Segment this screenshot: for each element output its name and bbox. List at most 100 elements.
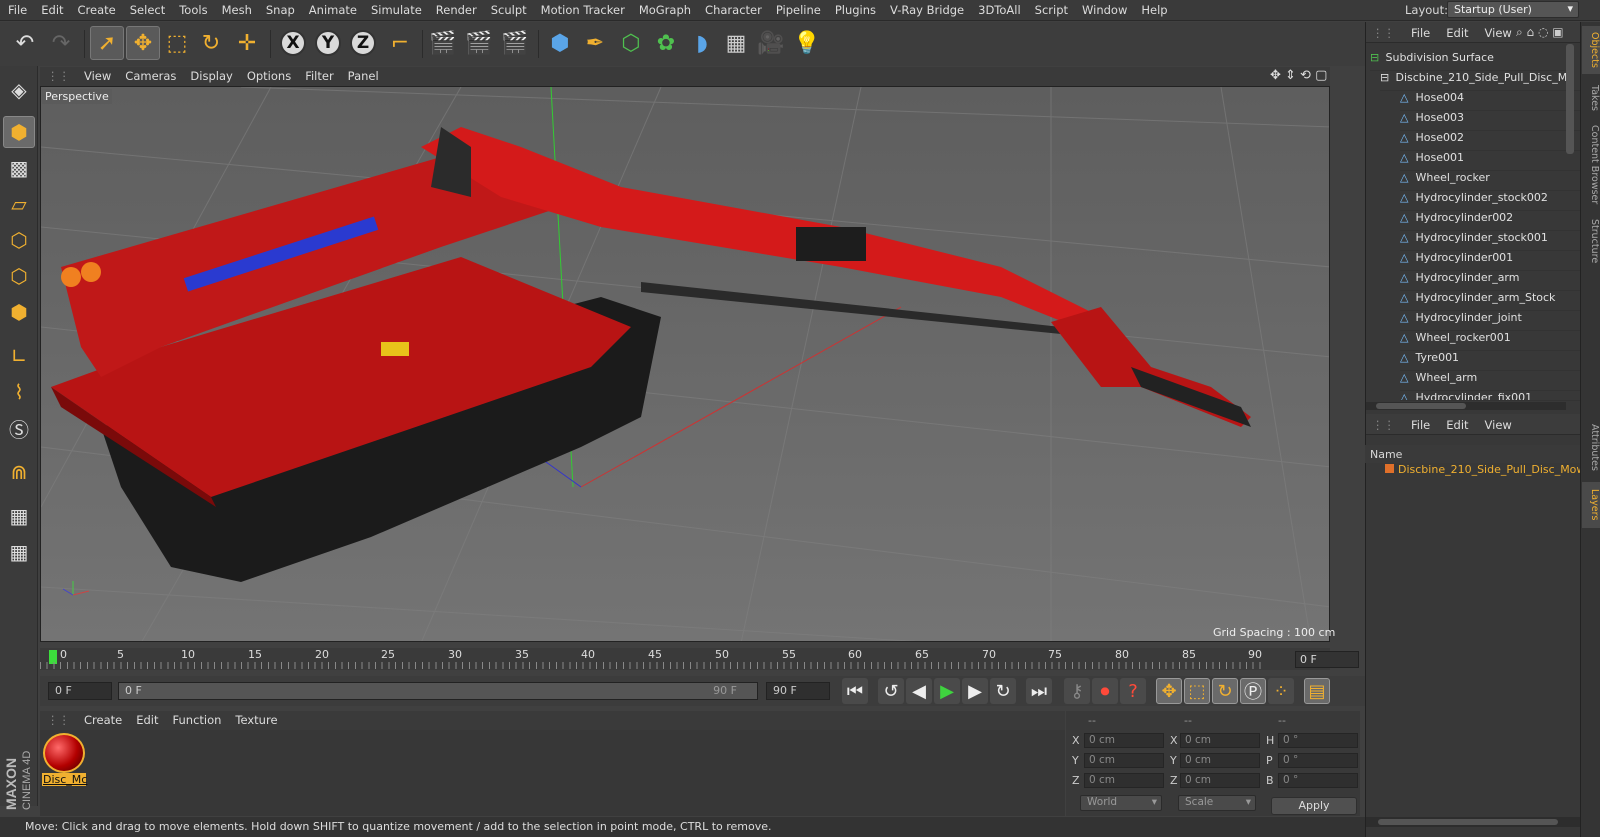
object-menu-file[interactable]: File (1401, 22, 1436, 40)
menu-simulate[interactable]: Simulate (363, 0, 428, 17)
tab-objects[interactable]: Objects (1582, 26, 1600, 74)
frame-range-slider[interactable]: 0 F 90 F (118, 682, 758, 700)
live-selection-button[interactable]: ➚ (90, 26, 124, 60)
tab-structure[interactable]: Structure (1582, 214, 1600, 268)
tab-content-browser[interactable]: Content Browser (1582, 122, 1600, 208)
tab-layers[interactable]: Layers (1582, 482, 1600, 528)
layer-item[interactable]: Discbine_210_Side_Pull_Disc_Mow (1385, 463, 1585, 476)
tree-item-subdivision[interactable]: ⊟ Subdivision Surface (1370, 51, 1570, 71)
z-axis-button[interactable]: Z (346, 26, 380, 60)
rotation-b-field[interactable]: 0 ° (1278, 773, 1358, 788)
material-menu-function[interactable]: Function (166, 711, 229, 727)
3d-viewport[interactable] (40, 86, 1330, 642)
timeline-window-button[interactable]: ▤ (1304, 678, 1330, 704)
coordinate-space-dropdown[interactable]: World ▾ (1080, 795, 1162, 811)
menu-sculpt[interactable]: Sculpt (483, 0, 533, 17)
tab-takes[interactable]: Takes (1582, 80, 1600, 116)
viewport-nav-icons[interactable]: ✥ ⇕ ⟲ ▢ (1270, 68, 1327, 83)
menu-pipeline[interactable]: Pipeline (768, 0, 827, 17)
axis-mode-button[interactable]: ∟ (3, 340, 35, 372)
menu-window[interactable]: Window (1074, 0, 1133, 17)
tree-item[interactable]: △ Hydrocylinder_joint (1400, 311, 1600, 331)
viewport-menu-display[interactable]: Display (183, 67, 239, 83)
tree-item[interactable]: △ Hydrocylinder002 (1400, 211, 1600, 231)
size-mode-dropdown[interactable]: Scale ▾ (1178, 795, 1256, 811)
light-button[interactable]: 💡 (790, 26, 824, 60)
material-preview-swatch[interactable] (43, 733, 85, 773)
move-tool-button[interactable]: ✥ (126, 26, 160, 60)
tree-item[interactable]: △ Wheel_rocker (1400, 171, 1600, 191)
planar-workplane-button[interactable]: ▦ (3, 536, 35, 568)
render-view-button[interactable]: 🎬 (426, 26, 460, 60)
menu-tools[interactable]: Tools (171, 0, 213, 17)
object-menu-view[interactable]: View (1475, 22, 1518, 40)
tree-item[interactable]: △ Wheel_arm (1400, 371, 1600, 391)
go-to-end-button[interactable]: ⏭ (1026, 678, 1052, 704)
tree-item[interactable]: △ Hydrocylinder_fix001 (1400, 391, 1600, 401)
coordinate-system-button[interactable]: ⌐ (383, 26, 417, 60)
size-x-field[interactable]: 0 cm (1180, 733, 1260, 748)
menu-file[interactable]: File (0, 0, 33, 17)
floor-button[interactable]: ▦ (719, 26, 753, 60)
play-button[interactable]: ▶ (934, 678, 960, 704)
previous-key-button[interactable]: ↺ (878, 678, 904, 704)
cloner-button[interactable]: ✿ (649, 26, 683, 60)
viewport-menu-filter[interactable]: Filter (298, 67, 340, 83)
menu-animate[interactable]: Animate (301, 0, 363, 17)
render-settings-button[interactable]: 🎬 (498, 26, 532, 60)
menu-snap[interactable]: Snap (258, 0, 301, 17)
size-y-field[interactable]: 0 cm (1180, 753, 1260, 768)
transform-tool-button[interactable]: ✛ (230, 26, 264, 60)
menu-edit[interactable]: Edit (33, 0, 69, 17)
rotate-tool-button[interactable]: ↻ (194, 26, 228, 60)
tree-item[interactable]: △ Wheel_rocker001 (1400, 331, 1600, 351)
material-menu-create[interactable]: Create (77, 711, 129, 727)
position-z-field[interactable]: 0 cm (1084, 773, 1164, 788)
object-menu-edit[interactable]: Edit (1436, 22, 1474, 40)
menu-mograph[interactable]: MoGraph (631, 0, 697, 17)
model-mode-button[interactable]: ⬢ (3, 116, 35, 148)
menu-help[interactable]: Help (1133, 0, 1173, 17)
menu-mesh[interactable]: Mesh (214, 0, 258, 17)
menu-vray-bridge[interactable]: V-Ray Bridge (882, 0, 970, 17)
scale-tool-button[interactable]: ⬚ (160, 26, 194, 60)
camera-button[interactable]: 🎥 (754, 26, 788, 60)
make-editable-button[interactable]: ◈ (3, 74, 35, 106)
polygons-mode-button[interactable]: ⬢ (3, 296, 35, 328)
next-frame-button[interactable]: ▶ (962, 678, 988, 704)
layer-menu-file[interactable]: File (1401, 414, 1436, 432)
rotation-p-field[interactable]: 0 ° (1278, 753, 1358, 768)
tree-item-discbine[interactable]: ⊟ Discbine_210_Side_Pull_Disc_M (1380, 71, 1580, 91)
texture-mode-button[interactable]: ▩ (3, 152, 35, 184)
tab-attributes[interactable]: Attributes (1582, 417, 1600, 477)
pen-button[interactable]: ✒ (578, 26, 612, 60)
render-picture-viewer-button[interactable]: 🎬 (462, 26, 496, 60)
current-frame-field[interactable]: 0 F (1295, 651, 1359, 668)
menu-character[interactable]: Character (697, 0, 768, 17)
menu-create[interactable]: Create (70, 0, 122, 17)
layer-list-hscrollbar[interactable] (1366, 817, 1581, 827)
menu-plugins[interactable]: Plugins (827, 0, 882, 17)
viewport-menu-cameras[interactable]: Cameras (118, 67, 183, 83)
snap-button[interactable]: Ⓢ (3, 412, 35, 444)
tree-item[interactable]: △ Hydrocylinder_stock001 (1400, 231, 1600, 251)
key-rotation-button[interactable]: ↻ (1212, 678, 1238, 704)
tree-item[interactable]: △ Tyre001 (1400, 351, 1600, 371)
magnet-button[interactable]: ⋒ (3, 456, 35, 488)
position-x-field[interactable]: 0 cm (1084, 733, 1164, 748)
tree-item[interactable]: △ Hydrocylinder_arm_Stock (1400, 291, 1600, 311)
layer-menu-view[interactable]: View (1475, 414, 1518, 432)
position-y-field[interactable]: 0 cm (1084, 753, 1164, 768)
points-mode-button[interactable]: ⬡ (3, 224, 35, 256)
tweak-mode-button[interactable]: ⌇ (3, 376, 35, 408)
object-list-vscrollbar[interactable] (1566, 44, 1574, 154)
cube-button[interactable]: ⬢ (543, 26, 577, 60)
layout-select[interactable]: Startup (User) ▾ (1447, 1, 1579, 18)
key-pla-button[interactable]: ⁘ (1268, 678, 1294, 704)
object-manager-tools-icons[interactable]: ⌕ ⌂ ◌ ▣ (1516, 25, 1564, 40)
tree-item[interactable]: △ Hydrocylinder_stock002 (1400, 191, 1600, 211)
tree-item[interactable]: △ Hydrocylinder001 (1400, 251, 1600, 271)
record-active-button[interactable]: ⚷ (1064, 678, 1090, 704)
undo-button[interactable]: ↶ (8, 26, 42, 60)
previous-frame-button[interactable]: ◀ (906, 678, 932, 704)
